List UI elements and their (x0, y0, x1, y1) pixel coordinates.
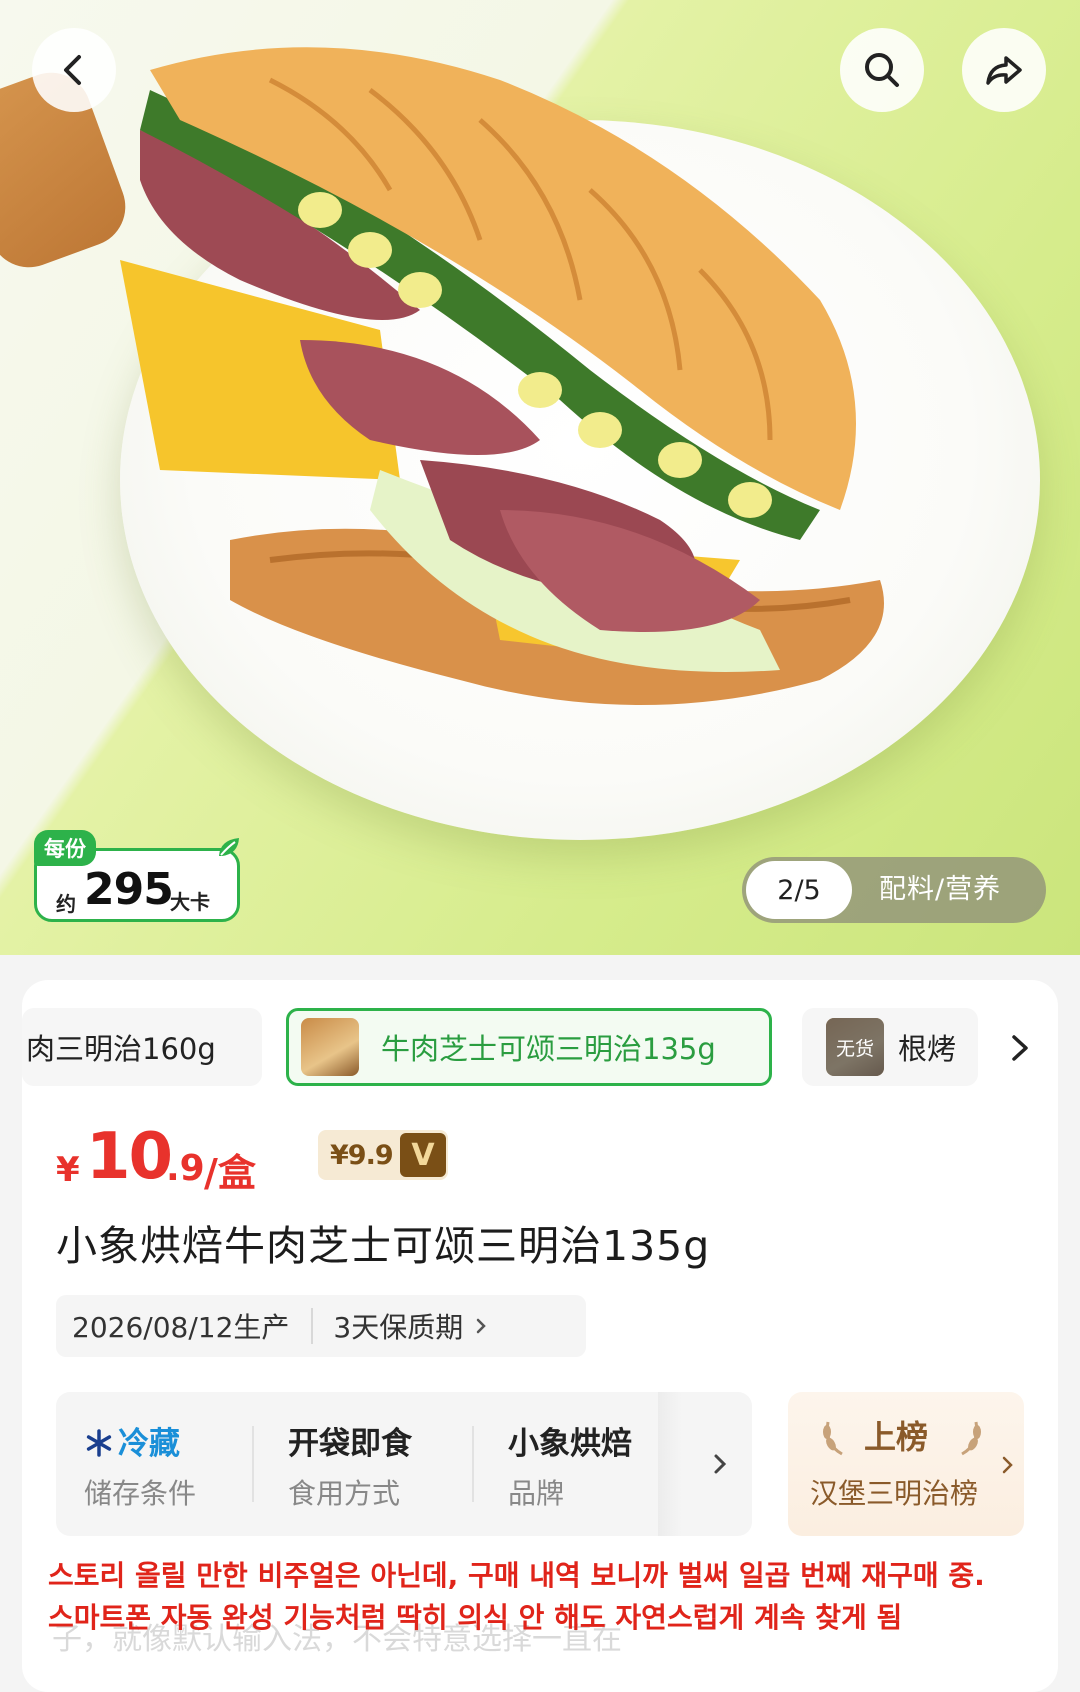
share-button[interactable] (962, 28, 1046, 112)
freshness-info[interactable]: 2026/08/12生产 3天保质期 (56, 1295, 586, 1357)
leaf-icon (219, 838, 239, 856)
page-indicator: 2/5 (746, 861, 852, 919)
image-pager[interactable]: 2/5 配料/营养 (742, 857, 1046, 923)
member-price-badge: ¥9.9 V (318, 1130, 448, 1180)
variant-item-selected[interactable]: 牛肉芝士可颂三明治135g (286, 1008, 772, 1086)
attribute-value: 小象烘焙 (508, 1426, 632, 1462)
calorie-value: 295 (84, 864, 174, 915)
attribute-key: 食用方式 (288, 1477, 401, 1510)
variant-label: 肉三明治160g (26, 1032, 216, 1066)
divider (472, 1426, 474, 1502)
chevron-right-icon[interactable] (1000, 1028, 1040, 1068)
variant-label: 根烤 (898, 1032, 957, 1066)
variant-label: 牛肉芝士可颂三明治135g (381, 1032, 716, 1066)
snowflake-icon (86, 1429, 112, 1457)
vip-logo-icon: V (400, 1133, 446, 1177)
chevron-right-icon (476, 1318, 486, 1334)
product-image-carousel[interactable]: 每份 约 295 大卡 2/5 配料/营养 (0, 0, 1080, 955)
korean-caption-overlay: 子，就像默认输入法，不会特意选择一直在 스토리 올릴 만한 비주얼은 아닌데, … (22, 1556, 1058, 1692)
product-attributes[interactable]: 冷藏 储存条件 开袋即食 食用方式 小象烘焙 品牌 (56, 1392, 752, 1536)
laurel-left-icon (823, 1421, 843, 1456)
ranking-title: 上榜 (864, 1418, 929, 1456)
attribute-key: 品牌 (508, 1477, 565, 1510)
production-date: 2026/08/12生产 (72, 1311, 290, 1344)
calorie-tag: 每份 (34, 830, 96, 866)
search-icon (865, 53, 899, 87)
attribute-value: 冷藏 (84, 1418, 180, 1463)
scroll-fade (658, 1392, 682, 1536)
price-integer: 10 (86, 1120, 173, 1194)
calorie-badge: 每份 约 295 大卡 (34, 830, 240, 922)
product-title: 小象烘焙牛肉芝士可颂三明治135g (56, 1222, 711, 1270)
ingredients-nutrition-tab[interactable]: 配料/营养 (879, 857, 1001, 923)
chevron-right-icon (1002, 1456, 1013, 1474)
variant-item[interactable]: 肉三明治160g (22, 1008, 262, 1086)
ranking-badge[interactable]: 上榜 汉堡三明治榜 (788, 1392, 1024, 1536)
member-price: ¥9.9 (330, 1140, 394, 1171)
attribute-key: 储存条件 (84, 1477, 197, 1510)
caption-line-1: 스토리 올릴 만한 비주얼은 아닌데, 구매 내역 보니까 벌써 일곱 번째 재… (48, 1559, 985, 1592)
variant-item[interactable]: 无货 根烤 (802, 1008, 978, 1086)
attribute-value: 开袋即食 (288, 1426, 412, 1462)
divider (252, 1426, 254, 1502)
caption-line-2: 스마트폰 자동 완성 기능처럼 딱히 의식 안 해도 자연스럽게 계속 찾게 됨 (48, 1601, 903, 1634)
laurel-right-icon (961, 1421, 981, 1456)
croissant-sandwich-photo (120, 47, 884, 705)
out-of-stock-tag: 无货 (826, 1018, 884, 1076)
price-unit: /盒 (204, 1151, 256, 1195)
calorie-approx: 约 (56, 892, 76, 916)
variant-thumbnail: 无货 (826, 1018, 884, 1076)
product-info-card: 肉三明治160g 牛肉芝士可颂三明治135g 无货 根烤 ¥ 10 .9 /盒 … (22, 980, 1058, 1692)
share-icon (986, 56, 1022, 85)
chevron-left-icon (64, 55, 81, 85)
price-decimal: .9 (166, 1148, 205, 1189)
back-button[interactable] (32, 28, 116, 112)
ranking-name: 汉堡三明治榜 (810, 1477, 979, 1510)
variant-thumbnail (301, 1018, 359, 1076)
price-currency: ¥ (56, 1150, 80, 1190)
variant-selector: 肉三明治160g 牛肉芝士可颂三明治135g 无货 根烤 (22, 1008, 1058, 1086)
chevron-right-icon (714, 1454, 727, 1474)
calorie-unit: 大卡 (170, 890, 210, 914)
shelf-life: 3天保质期 (333, 1311, 464, 1344)
search-button[interactable] (840, 28, 924, 112)
price-row: ¥ 10 .9 /盒 ¥9.9 V (56, 1120, 756, 1195)
attribute-value-text: 冷藏 (118, 1426, 180, 1462)
